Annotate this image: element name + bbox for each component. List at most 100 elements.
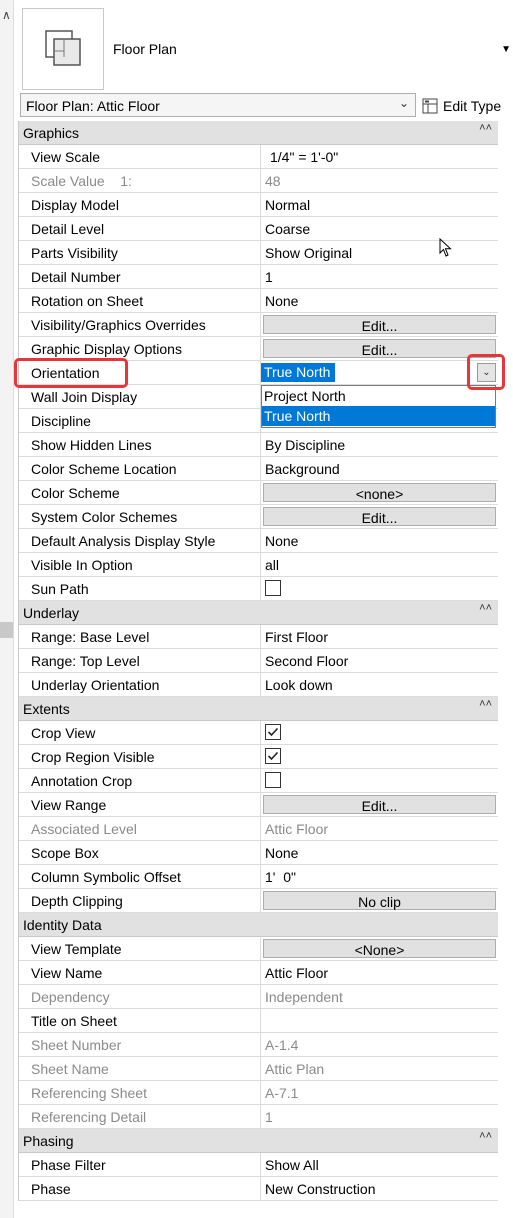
type-dropdown-caret-icon[interactable]: ▼	[501, 44, 511, 55]
property-row[interactable]: Detail Level Coarse	[19, 217, 498, 241]
property-row[interactable]: Crop Region Visible	[19, 745, 498, 769]
property-value[interactable]: Background	[261, 457, 498, 480]
group-identity-data[interactable]: Identity Data	[19, 913, 498, 937]
visibility-graphics-edit-button[interactable]: Edit...	[263, 315, 496, 334]
property-row[interactable]: Display Model Normal	[19, 193, 498, 217]
property-row[interactable]: Scope Box None	[19, 841, 498, 865]
depth-clipping-button[interactable]: No clip	[263, 891, 496, 910]
type-family-label: Floor Plan	[113, 41, 177, 57]
view-range-edit-button[interactable]: Edit...	[263, 795, 496, 814]
scroll-up-icon[interactable]: ∧	[2, 8, 11, 22]
property-value[interactable]: New Construction	[261, 1177, 498, 1200]
property-name: View Name	[19, 961, 261, 984]
property-row[interactable]: Parts Visibility Show Original	[19, 241, 498, 265]
group-extents[interactable]: Extents ˄˄	[19, 697, 498, 721]
property-row[interactable]: Depth Clipping No clip	[19, 889, 498, 913]
property-name: Sheet Number	[19, 1033, 261, 1056]
property-value[interactable]: By Discipline	[261, 433, 498, 456]
property-row[interactable]: Crop View	[19, 721, 498, 745]
property-value[interactable]: 1' 0"	[261, 865, 498, 888]
graphic-display-edit-button[interactable]: Edit...	[263, 339, 496, 358]
scrollbar-thumb[interactable]	[0, 622, 13, 638]
floor-plan-icon	[22, 8, 104, 90]
type-filter-combobox[interactable]: Floor Plan: Attic Floor ⌄	[20, 93, 416, 117]
property-row[interactable]: System Color Schemes Edit...	[19, 505, 498, 529]
property-name: Depth Clipping	[19, 889, 261, 912]
collapse-chevron-icon[interactable]: ˄˄	[479, 122, 492, 134]
property-row: Referencing Sheet A-7.1	[19, 1081, 498, 1105]
property-row[interactable]: Phase Filter Show All	[19, 1153, 498, 1177]
type-selector[interactable]: Floor Plan ▼	[18, 0, 513, 92]
property-row[interactable]: Column Symbolic Offset 1' 0"	[19, 865, 498, 889]
property-row[interactable]: Range: Base Level First Floor	[19, 625, 498, 649]
property-value[interactable]: 1	[261, 265, 498, 288]
property-value: A-1.4	[265, 1037, 299, 1053]
orientation-option-true-north[interactable]: True North	[262, 406, 495, 426]
mouse-cursor-icon	[439, 238, 452, 257]
group-graphics[interactable]: Graphics ˄˄	[19, 121, 498, 145]
property-name: Color Scheme Location	[19, 457, 261, 480]
property-name: Visibility/Graphics Overrides	[19, 313, 261, 336]
property-row[interactable]: Default Analysis Display Style None	[19, 529, 498, 553]
property-value[interactable]: Look down	[261, 673, 498, 696]
group-title: Identity Data	[23, 917, 102, 933]
property-value[interactable]: 1/4" = 1'-0"	[261, 145, 498, 168]
color-scheme-button[interactable]: <none>	[263, 483, 496, 502]
crop-view-checkbox[interactable]	[265, 724, 281, 740]
group-underlay[interactable]: Underlay ˄˄	[19, 601, 498, 625]
collapse-chevron-icon[interactable]: ˄˄	[479, 602, 492, 614]
group-title: Graphics	[23, 125, 80, 141]
annotation-crop-checkbox[interactable]	[265, 772, 281, 788]
property-value[interactable]: Normal	[261, 193, 498, 216]
property-row[interactable]: Color Scheme Location Background	[19, 457, 498, 481]
property-row[interactable]: Detail Number 1	[19, 265, 498, 289]
property-value[interactable]: Show All	[261, 1153, 498, 1176]
view-template-button[interactable]: <None>	[263, 939, 496, 958]
collapse-chevron-icon[interactable]: ˄˄	[479, 698, 492, 710]
property-name: Parts Visibility	[19, 241, 261, 264]
property-row[interactable]: Range: Top Level Second Floor	[19, 649, 498, 673]
property-row[interactable]: View Range Edit...	[19, 793, 498, 817]
orientation-dropdown-highlight	[467, 354, 505, 390]
property-row[interactable]: Underlay Orientation Look down	[19, 673, 498, 697]
property-value[interactable]: None	[261, 841, 498, 864]
property-row: Associated Level Attic Floor	[19, 817, 498, 841]
property-row[interactable]: Visible In Option all	[19, 553, 498, 577]
crop-region-visible-checkbox[interactable]	[265, 748, 281, 764]
property-row[interactable]: Visibility/Graphics Overrides Edit...	[19, 313, 498, 337]
property-value[interactable]: Coarse	[261, 217, 498, 240]
system-color-schemes-edit-button[interactable]: Edit...	[263, 507, 496, 526]
property-row[interactable]: Title on Sheet	[19, 1009, 498, 1033]
property-row[interactable]: View Name Attic Floor	[19, 961, 498, 985]
property-name: Sheet Name	[19, 1057, 261, 1080]
property-row[interactable]: View Template <None>	[19, 937, 498, 961]
chevron-down-icon[interactable]: ⌄	[399, 96, 409, 110]
property-row[interactable]: View Scale 1/4" = 1'-0"	[19, 145, 498, 169]
property-value[interactable]: First Floor	[261, 625, 498, 648]
property-value[interactable]: Attic Floor	[261, 961, 498, 984]
property-value[interactable]: all	[261, 553, 498, 576]
property-value[interactable]: Second Floor	[261, 649, 498, 672]
property-row[interactable]: Phase New Construction	[19, 1177, 498, 1201]
property-value[interactable]: Show Original	[261, 241, 498, 264]
sun-path-checkbox[interactable]	[265, 580, 281, 596]
orientation-option-project-north[interactable]: Project North	[262, 386, 495, 406]
property-row[interactable]: Annotation Crop	[19, 769, 498, 793]
properties-palette: Floor Plan ▼ Floor Plan: Attic Floor ⌄ E…	[18, 0, 513, 1201]
property-value[interactable]	[261, 1009, 498, 1032]
property-row[interactable]: Sun Path	[19, 577, 498, 601]
property-name: Crop Region Visible	[19, 745, 261, 768]
property-row[interactable]: Show Hidden Lines By Discipline	[19, 433, 498, 457]
checkmark-icon	[267, 727, 279, 737]
property-row[interactable]: Rotation on Sheet None	[19, 289, 498, 313]
orientation-value[interactable]: True North	[261, 363, 335, 382]
property-row[interactable]: Color Scheme <none>	[19, 481, 498, 505]
left-scrollbar[interactable]: ∧	[0, 0, 14, 1218]
property-value[interactable]: None	[261, 289, 498, 312]
group-phasing[interactable]: Phasing ˄˄	[19, 1129, 498, 1153]
property-name: View Template	[19, 937, 261, 960]
collapse-chevron-icon[interactable]: ˄˄	[479, 1130, 492, 1142]
orientation-combobox[interactable]: True North ⌄	[261, 361, 498, 384]
property-value[interactable]: None	[261, 529, 498, 552]
edit-type-button[interactable]: Edit Type	[422, 94, 501, 118]
